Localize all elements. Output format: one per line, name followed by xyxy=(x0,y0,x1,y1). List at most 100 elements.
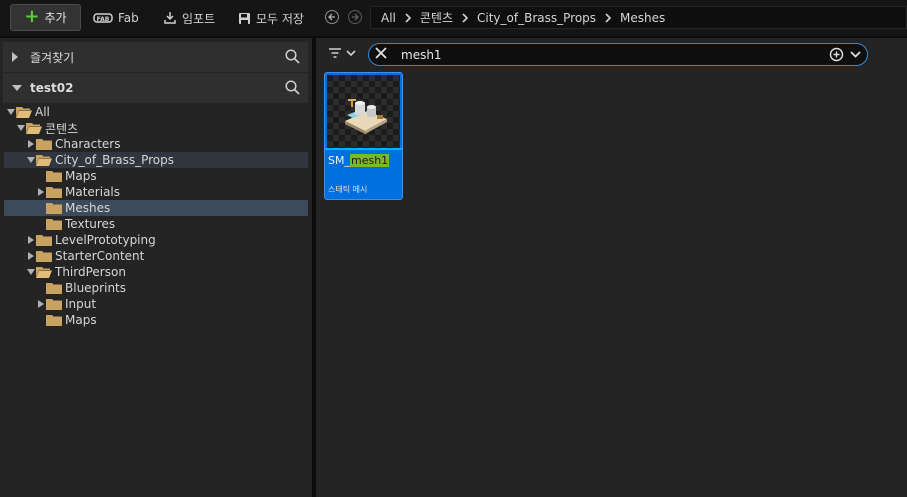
folder-icon xyxy=(46,170,62,182)
folder-open-icon xyxy=(36,266,52,278)
arrow-right-icon xyxy=(352,13,359,21)
caret-down-icon[interactable] xyxy=(26,264,36,280)
tree-arrow-spacer xyxy=(36,216,46,232)
toolbar: + 추가 FAB Fab 임포트 모두 저장 All 콘텐츠 City_of_B… xyxy=(0,0,907,36)
import-label: 임포트 xyxy=(182,11,216,26)
tree-item-label: City_of_Brass_Props xyxy=(55,153,175,167)
search-input[interactable]: mesh1 xyxy=(368,43,868,66)
chevron-right-icon[interactable] xyxy=(596,12,620,23)
tree-item[interactable]: LevelPrototyping xyxy=(4,232,308,248)
tree-item-label: Blueprints xyxy=(65,281,127,295)
asset-tile[interactable]: SM_mesh1 스태틱 메시 xyxy=(324,72,403,200)
plus-icon: + xyxy=(24,5,40,27)
caret-down-icon[interactable] xyxy=(16,120,26,136)
fab-button[interactable]: FAB Fab xyxy=(93,8,139,28)
sources-panel: 즐겨찾기 test02 All 콘텐츠 Characters City_of_Bras… xyxy=(0,38,312,497)
tree-item[interactable]: All xyxy=(4,104,308,120)
fab-label: Fab xyxy=(118,11,139,25)
forward-button[interactable] xyxy=(348,10,362,24)
chevron-down-icon xyxy=(346,49,356,56)
folder-open-icon xyxy=(26,122,42,134)
asset-type-strip xyxy=(325,148,402,150)
caret-down-icon xyxy=(12,85,22,91)
project-header[interactable]: test02 xyxy=(3,73,308,103)
tree-arrow-spacer xyxy=(36,280,46,296)
folder-icon xyxy=(36,138,52,150)
breadcrumb-item-meshes[interactable]: Meshes xyxy=(620,11,665,25)
caret-right-icon[interactable] xyxy=(36,184,46,200)
tree-item-label: All xyxy=(35,105,50,119)
folder-icon xyxy=(46,218,62,230)
save-all-label: 모두 저장 xyxy=(256,11,304,26)
asset-thumbnail xyxy=(327,75,400,148)
tree-item[interactable]: Materials xyxy=(4,184,308,200)
tree-item[interactable]: Maps xyxy=(4,168,308,184)
fab-icon: FAB xyxy=(93,12,113,24)
tree-arrow-spacer xyxy=(36,200,46,216)
asset-name: SM_mesh1 xyxy=(328,154,390,167)
folder-open-icon xyxy=(36,154,52,166)
caret-right-icon[interactable] xyxy=(26,136,36,152)
filter-button[interactable] xyxy=(328,47,356,59)
tree-item[interactable]: StarterContent xyxy=(4,248,308,264)
asset-name-prefix: SM_ xyxy=(328,154,350,167)
folder-icon xyxy=(46,202,62,214)
tree-item-label: Materials xyxy=(65,185,121,199)
asset-type-label: 스태틱 메시 xyxy=(328,185,368,194)
favorites-header[interactable]: 즐겨찾기 xyxy=(3,42,308,72)
import-button[interactable]: 임포트 xyxy=(163,8,215,28)
tree-item-label: Maps xyxy=(65,313,97,327)
caret-down-icon[interactable] xyxy=(26,152,36,168)
add-filter-icon[interactable] xyxy=(829,47,844,65)
tree-item-label: 콘텐츠 xyxy=(45,121,79,136)
add-button[interactable]: + 추가 xyxy=(10,4,81,31)
add-button-label: 추가 xyxy=(44,11,67,25)
folder-open-icon xyxy=(16,106,32,118)
tree-arrow-spacer xyxy=(36,168,46,184)
folder-icon xyxy=(36,250,52,262)
breadcrumb-item-content[interactable]: 콘텐츠 xyxy=(420,9,453,26)
project-label: test02 xyxy=(30,81,74,95)
asset-name-match: mesh1 xyxy=(349,154,390,167)
folder-tree: All 콘텐츠 Characters City_of_Brass_Props Maps M… xyxy=(4,104,308,328)
save-icon xyxy=(238,12,251,25)
arrow-left-icon xyxy=(328,13,335,21)
favorites-label: 즐겨찾기 xyxy=(30,50,75,65)
tree-item[interactable]: Textures xyxy=(4,216,308,232)
tree-item-label: Maps xyxy=(65,169,97,183)
breadcrumb-item-city-of-brass-props[interactable]: City_of_Brass_Props xyxy=(477,11,596,25)
tree-item[interactable]: Input xyxy=(4,296,308,312)
tree-item[interactable]: 콘텐츠 xyxy=(4,120,308,136)
tree-item[interactable]: Maps xyxy=(4,312,308,328)
search-icon[interactable] xyxy=(285,49,300,67)
caret-down-icon[interactable] xyxy=(6,104,16,120)
tree-item[interactable]: Blueprints xyxy=(4,280,308,296)
folder-icon xyxy=(46,298,62,310)
caret-right-icon[interactable] xyxy=(26,232,36,248)
folder-icon xyxy=(46,282,62,294)
tree-item[interactable]: ThirdPerson xyxy=(4,264,308,280)
save-all-button[interactable]: 모두 저장 xyxy=(238,8,304,28)
static-mesh-preview-icon xyxy=(345,99,387,134)
tree-item-label: ThirdPerson xyxy=(55,265,126,279)
caret-right-icon xyxy=(12,52,22,62)
folder-icon xyxy=(36,234,52,246)
search-value: mesh1 xyxy=(401,47,442,62)
tree-item-label: Meshes xyxy=(65,201,111,215)
caret-right-icon[interactable] xyxy=(26,248,36,264)
breadcrumb: All 콘텐츠 City_of_Brass_Props Meshes xyxy=(370,6,907,29)
clear-search-icon[interactable] xyxy=(375,47,387,62)
chevron-right-icon[interactable] xyxy=(396,12,420,23)
chevron-right-icon[interactable] xyxy=(453,12,477,23)
tree-item[interactable]: Characters xyxy=(4,136,308,152)
back-button[interactable] xyxy=(325,10,339,24)
svg-text:FAB: FAB xyxy=(97,16,110,23)
content-panel: mesh1 SM_mesh1 스태틱 메시 xyxy=(316,38,907,497)
folder-icon xyxy=(46,186,62,198)
chevron-down-icon[interactable] xyxy=(850,47,861,65)
breadcrumb-item-all[interactable]: All xyxy=(381,11,396,25)
tree-item[interactable]: Meshes xyxy=(4,200,308,216)
search-icon[interactable] xyxy=(285,80,300,98)
tree-item[interactable]: City_of_Brass_Props xyxy=(4,152,308,168)
caret-right-icon[interactable] xyxy=(36,296,46,312)
